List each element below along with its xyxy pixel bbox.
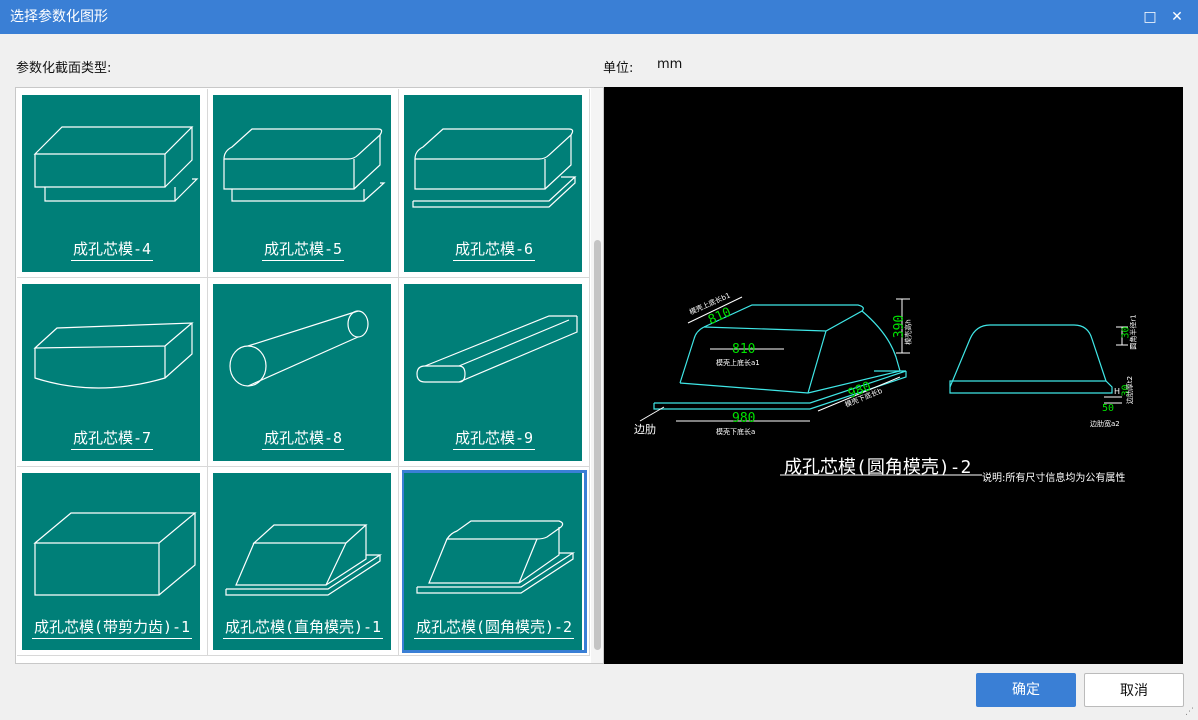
shape-tile-6[interactable]: 成孔芯模-9 [399,278,590,467]
resize-grip-icon[interactable]: ⋰ [1185,707,1195,717]
shape-label: 成孔芯模-5 [261,240,345,261]
shape-tile-8[interactable]: 成孔芯模(直角模壳)-1 [208,467,399,656]
preview-title: 成孔芯模(圆角模壳)-2 [784,457,972,478]
preview-drawing [639,296,1128,476]
shape-tile-2[interactable]: 成孔芯模-5 [208,89,399,278]
dim-top-a1: 810 [732,342,756,357]
label-h-mark: H [1114,387,1121,396]
close-icon[interactable]: ✕ [1166,7,1188,27]
shape-label: 成孔芯模-6 [452,240,536,261]
preview-note: 说明:所有尺寸信息均为公有属性 [982,473,1126,484]
shape-label: 成孔芯模-8 [261,429,345,450]
shape-label: 成孔芯模-7 [70,429,154,450]
unit-label: 单位: [603,61,634,76]
shape-tile-1[interactable]: 成孔芯模-4 [17,89,208,278]
shape-tile-7[interactable]: 成孔芯模(带剪力齿)-1 [17,467,208,656]
shape-gallery: 成孔芯模-4 成孔芯模-5 成孔芯模-6 成孔芯模-7 成孔芯模-8 成孔芯模-… [15,87,604,664]
window-title: 选择参数化图形 [10,9,108,25]
cancel-button[interactable]: 取消 [1084,673,1184,707]
label-rib-h: 边肋厚t2 [1126,375,1135,405]
gallery-scrollbar[interactable] [591,88,603,663]
label-rib-w: 边肋宽a2 [1090,420,1120,428]
shape-tile-4[interactable]: 成孔芯模-7 [17,278,208,467]
unit-value: mm [657,57,683,72]
shape-label: 成孔芯模-9 [452,429,536,450]
label-bottom-a: 模壳下底长a [716,428,756,436]
title-bar: 选择参数化图形 □ ✕ [0,0,1198,34]
shape-label: 成孔芯模-4 [70,240,154,261]
label-flange: 边肋 [634,423,656,436]
shape-label: 成孔芯模(直角模壳)-1 [222,618,384,639]
scrollbar-thumb[interactable] [594,240,601,650]
preview-panel: 810 810 980 980 390 30 30 50 模壳上底长b1 模壳上… [604,87,1183,664]
shape-label: 成孔芯模(圆角模壳)-2 [413,618,575,639]
shape-label: 成孔芯模(带剪力齿)-1 [31,618,193,639]
label-height: 模壳高h [904,319,913,345]
confirm-button[interactable]: 确定 [976,673,1076,707]
dim-bottom-a: 980 [732,411,756,426]
label-top-a1: 模壳上底长a1 [716,359,760,367]
label-fillet: 圆角半径r1 [1129,314,1138,350]
shape-tile-9[interactable]: 成孔芯模(圆角模壳)-2 [399,467,590,656]
shape-tile-3[interactable]: 成孔芯模-6 [399,89,590,278]
shape-tile-5[interactable]: 成孔芯模-8 [208,278,399,467]
maximize-icon[interactable]: □ [1139,7,1161,27]
section-label: 参数化截面类型: [16,61,112,76]
dim-rib-w: 50 [1102,403,1115,414]
